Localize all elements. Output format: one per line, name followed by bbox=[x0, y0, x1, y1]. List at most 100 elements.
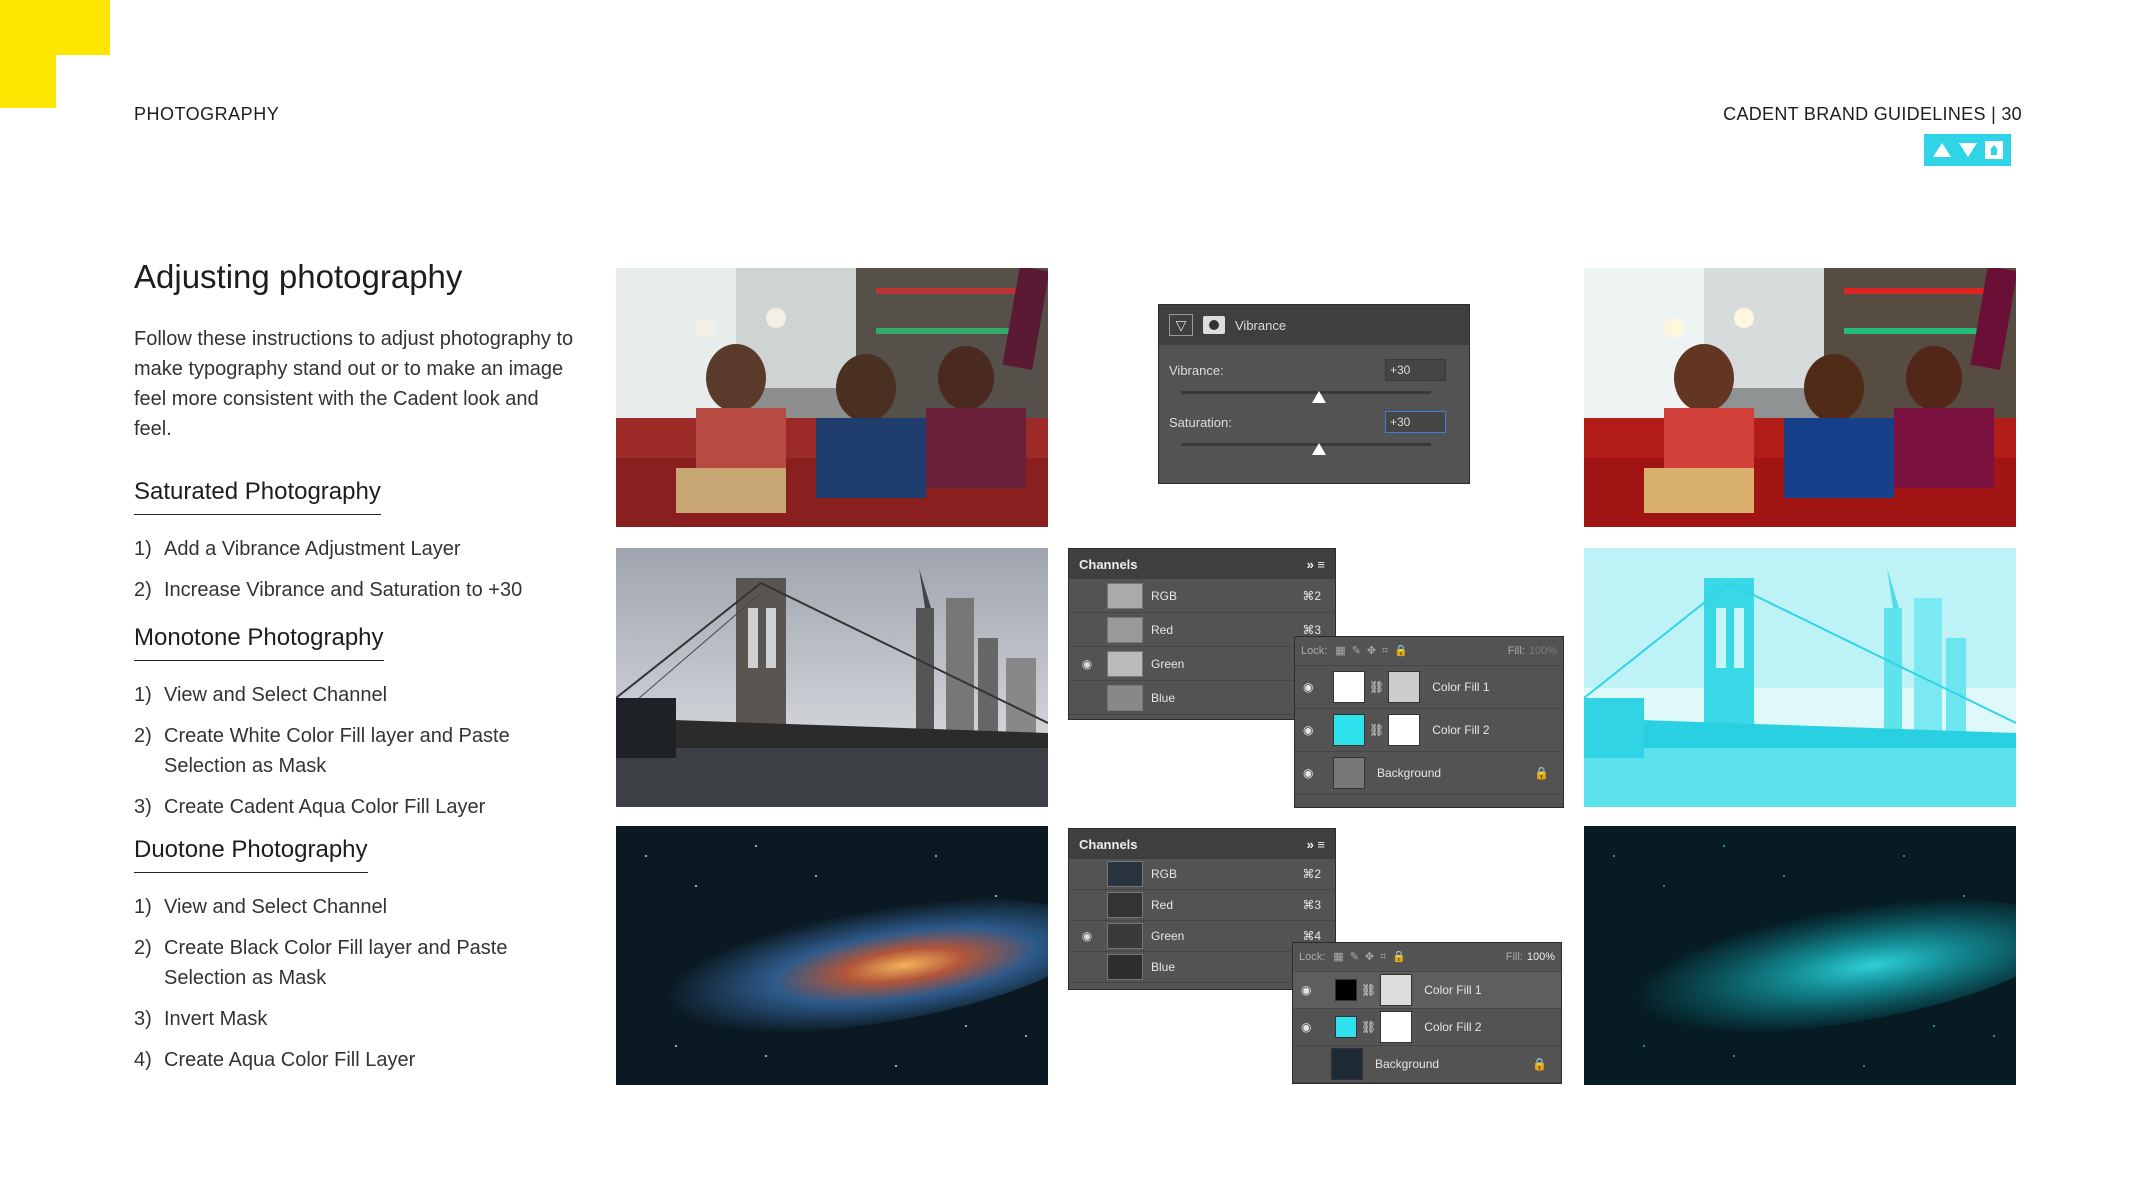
vibrance-slider-track[interactable] bbox=[1181, 391, 1431, 394]
triangle-up-icon bbox=[1932, 143, 1951, 157]
channel-thumb bbox=[1107, 923, 1143, 949]
saturation-label: Saturation: bbox=[1169, 415, 1232, 430]
layer-row[interactable]: Background 🔒 bbox=[1293, 1046, 1561, 1083]
eye-icon[interactable]: ◉ bbox=[1303, 766, 1323, 780]
instructions-column: Adjusting photography Follow these instr… bbox=[134, 258, 574, 444]
channel-thumb bbox=[1107, 582, 1143, 609]
vibrance-panel-title: Vibrance bbox=[1235, 317, 1287, 333]
layers-panel-duotone: Lock: ▦✎✥⌗🔒 Fill: 100% ◉ ⛓ Color Fill 1 ◉ ⛓ Col… bbox=[1292, 942, 1562, 1084]
next-page-button[interactable] bbox=[1958, 141, 1978, 159]
layer-thumb bbox=[1333, 757, 1365, 789]
saturated-heading-wrap: Saturated Photography bbox=[134, 478, 381, 515]
brand-header: CADENT BRAND GUIDELINES | 30 bbox=[1723, 104, 2022, 125]
channels-tab[interactable]: Channels bbox=[1079, 557, 1138, 572]
prev-page-button[interactable] bbox=[1932, 141, 1952, 159]
eye-icon[interactable] bbox=[1077, 957, 1097, 977]
panel-menu-icon[interactable]: » ≡ bbox=[1307, 557, 1325, 572]
eye-icon[interactable]: ◉ bbox=[1301, 1020, 1321, 1034]
list-item: 1) View and Select Channel bbox=[134, 684, 388, 706]
eye-icon[interactable] bbox=[1077, 586, 1097, 606]
eye-icon[interactable]: ◉ bbox=[1303, 723, 1323, 737]
channel-thumb bbox=[1107, 650, 1143, 677]
saturated-heading: Saturated Photography bbox=[134, 478, 381, 515]
list-item: 2) Increase Vibrance and Saturation to +3… bbox=[134, 579, 523, 601]
fill-input[interactable]: 100% bbox=[1527, 951, 1555, 963]
layer-thumb bbox=[1331, 1048, 1363, 1080]
list-item: 3) Invert Mask bbox=[134, 1008, 268, 1030]
lock-label: Lock: bbox=[1299, 951, 1326, 963]
fill-label: Fill: bbox=[1507, 645, 1525, 657]
lock-icon: 🔒 bbox=[1532, 1057, 1547, 1071]
eye-icon[interactable]: ◉ bbox=[1077, 654, 1097, 674]
layer-swatch bbox=[1333, 714, 1365, 746]
list-item: 1) Add a Vibrance Adjustment Layer bbox=[134, 538, 461, 560]
saturation-value-input[interactable]: +30 bbox=[1385, 411, 1446, 433]
channel-row[interactable]: RGB ⌘2 bbox=[1069, 859, 1335, 890]
panel-menu-icon[interactable]: » ≡ bbox=[1307, 837, 1325, 852]
photo-bridge-original bbox=[616, 548, 1048, 807]
link-icon: ⛓ bbox=[1369, 680, 1385, 694]
corner-accent-vertical bbox=[0, 0, 56, 108]
photo-fans-original bbox=[616, 268, 1048, 527]
saturation-slider-track[interactable] bbox=[1181, 443, 1431, 446]
saturation-slider-handle[interactable] bbox=[1312, 443, 1326, 455]
layer-row[interactable]: ◉ ⛓ Color Fill 2 bbox=[1295, 709, 1563, 752]
layer-row[interactable]: ◉ Background 🔒 bbox=[1295, 752, 1563, 795]
eye-icon[interactable]: ◉ bbox=[1077, 926, 1097, 946]
link-icon: ⛓ bbox=[1361, 1020, 1377, 1034]
channels-tab[interactable]: Channels bbox=[1079, 837, 1138, 852]
mask-thumb bbox=[1388, 671, 1421, 703]
vibrance-panel: ▽ Vibrance Vibrance: +30 Saturation: +30 bbox=[1158, 304, 1470, 484]
channel-thumb bbox=[1107, 616, 1143, 643]
eye-icon[interactable] bbox=[1077, 688, 1097, 708]
eye-icon[interactable] bbox=[1077, 620, 1097, 640]
monotone-heading-wrap: Monotone Photography bbox=[134, 624, 384, 661]
vibrance-triangle-icon: ▽ bbox=[1169, 314, 1193, 336]
layer-swatch bbox=[1335, 1016, 1357, 1038]
duotone-heading: Duotone Photography bbox=[134, 836, 368, 873]
brand-title: CADENT BRAND GUIDELINES | bbox=[1723, 104, 1997, 124]
home-icon bbox=[1984, 141, 2003, 159]
mask-thumb bbox=[1380, 974, 1413, 1006]
channel-row[interactable]: Red ⌘3 bbox=[1069, 890, 1335, 921]
triangle-down-icon bbox=[1958, 143, 1977, 157]
vibrance-label: Vibrance: bbox=[1169, 363, 1224, 378]
link-icon: ⛓ bbox=[1361, 983, 1377, 997]
link-icon: ⛓ bbox=[1369, 723, 1385, 737]
channel-thumb bbox=[1107, 954, 1143, 980]
intro-paragraph: Follow these instructions to adjust phot… bbox=[134, 328, 574, 440]
mask-thumb bbox=[1380, 1011, 1413, 1043]
photo-bridge-monotone bbox=[1584, 548, 2016, 807]
list-item: 2) Create Black Color Fill layer and Past… bbox=[134, 937, 508, 989]
page-number: 30 bbox=[2001, 104, 2022, 124]
list-item: 1) View and Select Channel bbox=[134, 896, 388, 918]
eye-icon[interactable] bbox=[1077, 895, 1097, 915]
lock-icons[interactable]: ▦✎✥⌗🔒 bbox=[1335, 644, 1414, 658]
channel-thumb bbox=[1107, 861, 1143, 887]
layer-row[interactable]: ◉ ⛓ Color Fill 1 bbox=[1295, 666, 1563, 709]
fill-input[interactable]: 100% bbox=[1529, 645, 1557, 657]
fill-label: Fill: bbox=[1505, 951, 1523, 963]
vibrance-slider-handle[interactable] bbox=[1312, 391, 1326, 403]
vibrance-value-input[interactable]: +30 bbox=[1385, 359, 1446, 381]
list-item: 4) Create Aqua Color Fill Layer bbox=[134, 1049, 416, 1071]
channel-thumb bbox=[1107, 892, 1143, 918]
lock-icons[interactable]: ▦✎✥⌗🔒 bbox=[1333, 950, 1412, 964]
eye-icon[interactable]: ◉ bbox=[1303, 680, 1323, 694]
eye-icon[interactable] bbox=[1077, 864, 1097, 884]
monotone-heading: Monotone Photography bbox=[134, 624, 384, 661]
list-item: 2) Create White Color Fill layer and Past… bbox=[134, 725, 510, 777]
layer-row[interactable]: ◉ ⛓ Color Fill 1 bbox=[1293, 972, 1561, 1009]
page-title: Adjusting photography bbox=[134, 258, 463, 295]
layer-row[interactable]: ◉ ⛓ Color Fill 2 bbox=[1293, 1009, 1561, 1046]
eye-icon[interactable]: ◉ bbox=[1301, 983, 1321, 997]
lock-icon: 🔒 bbox=[1534, 766, 1549, 780]
duotone-heading-wrap: Duotone Photography bbox=[134, 836, 368, 873]
list-item: 3) Create Cadent Aqua Color Fill Layer bbox=[134, 796, 486, 818]
channel-row[interactable]: RGB ⌘2 bbox=[1069, 579, 1335, 613]
mask-icon bbox=[1203, 316, 1225, 334]
photo-galaxy-duotone bbox=[1584, 826, 2016, 1085]
layers-panel-monotone: Lock: ▦✎✥⌗🔒 Fill: 100% ◉ ⛓ Color Fill 1 ◉ ⛓ Col… bbox=[1294, 636, 1564, 808]
photo-galaxy-original bbox=[616, 826, 1048, 1085]
home-button[interactable] bbox=[1984, 141, 2004, 159]
